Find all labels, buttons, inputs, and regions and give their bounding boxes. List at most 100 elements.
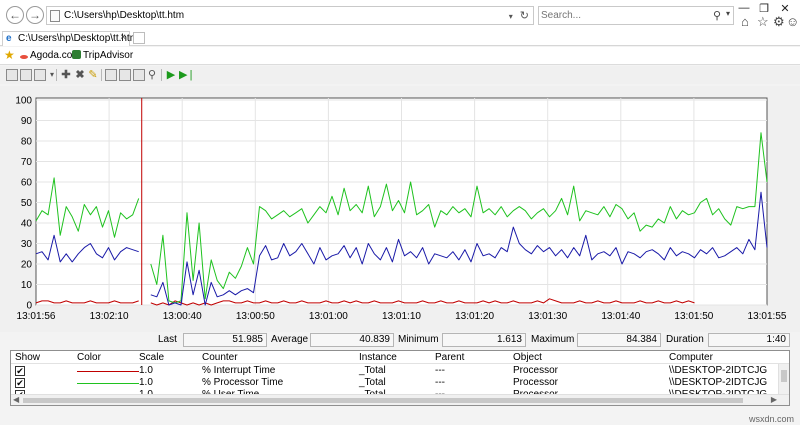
view-report-icon[interactable] [34, 69, 46, 81]
x-tick-label: 13:01:10 [382, 311, 421, 322]
y-tick-label: 10 [21, 280, 33, 291]
counter-row[interactable]: ✔ 1.0 % Interrupt Time _Total --- Proces… [11, 365, 779, 377]
toolbar-separator [56, 69, 57, 81]
x-tick-label: 13:01:50 [674, 311, 713, 322]
counter-list-header: Show Color Scale Counter Instance Parent… [11, 351, 789, 364]
header-object[interactable]: Object [513, 352, 542, 363]
favorite-tripadvisor-label: TripAdvisor [83, 50, 134, 61]
color-swatch [77, 371, 139, 372]
horizontal-scroll-thumb[interactable] [23, 398, 743, 403]
close-window-icon[interactable]: ✕ [776, 2, 794, 15]
average-label: Average [271, 334, 309, 345]
minimize-icon[interactable]: — [735, 2, 753, 14]
zoom-icon[interactable]: ⚲ [146, 69, 158, 81]
scale-cell: 1.0 [139, 365, 153, 376]
favorites-star-icon[interactable]: ☆ [757, 14, 769, 30]
x-tick-label: 13:01:20 [455, 311, 494, 322]
x-tick-label: 13:02:10 [90, 311, 129, 322]
header-show[interactable]: Show [15, 352, 40, 363]
show-checkbox[interactable]: ✔ [15, 378, 25, 388]
vertical-scrollbar[interactable] [778, 364, 789, 394]
dropdown-icon[interactable]: ▾ [509, 12, 513, 21]
instance-cell: _Total [359, 377, 386, 388]
y-tick-label: 100 [15, 96, 32, 107]
maximum-value: 84.384 [577, 333, 661, 347]
refresh-icon[interactable]: ↻ [520, 10, 529, 22]
highlight-icon[interactable]: ✎ [87, 69, 99, 81]
header-scale[interactable]: Scale [139, 352, 164, 363]
tab-close-icon[interactable]: × [120, 32, 126, 43]
y-tick-label: 70 [21, 157, 33, 168]
header-parent[interactable]: Parent [435, 352, 464, 363]
home-icon[interactable]: ⌂ [741, 14, 749, 29]
minimum-value: 1.613 [442, 333, 526, 347]
page-icon [50, 10, 60, 22]
minimum-label: Minimum [398, 334, 439, 345]
x-tick-label: 13:01:56 [17, 311, 56, 322]
search-icon[interactable]: ⚲ [713, 9, 721, 22]
copy-properties-icon[interactable] [105, 69, 117, 81]
play-icon[interactable]: ▶ [165, 69, 177, 81]
last-label: Last [158, 334, 177, 345]
y-tick-label: 80 [21, 137, 33, 148]
show-checkbox[interactable]: ✔ [15, 366, 25, 376]
performance-graph: 0 10 20 30 40 50 60 70 80 90 100 13:01:56 13:02:10 13… [0, 86, 800, 332]
horizontal-scrollbar[interactable]: ◀ ▶ [11, 394, 789, 405]
view-histogram-icon[interactable] [20, 69, 32, 81]
favorites-bar: ★ Agoda.com TripAdvisor [0, 47, 800, 65]
computer-cell: \\DESKTOP-2IDTCJG [669, 377, 768, 388]
properties-icon[interactable] [133, 69, 145, 81]
duration-value: 1:40 [708, 333, 790, 347]
y-tick-label: 50 [21, 198, 33, 209]
counter-row[interactable]: ✔ 1.0 % Processor Time _Total --- Proces… [11, 377, 779, 389]
graph-svg: 0 10 20 30 40 50 60 70 80 90 100 13:01:56 13:02:10 13… [15, 96, 787, 323]
maximize-icon[interactable]: ❐ [755, 2, 773, 15]
perfmon-toolbar: ▾ ✚ ✖ ✎ ⚲ ▶ ▶ | [0, 66, 800, 84]
scroll-left-icon[interactable]: ◀ [13, 395, 19, 404]
toolbar-separator [161, 69, 162, 81]
y-tick-label: 20 [21, 260, 33, 271]
search-box[interactable]: ⚲ ▾ [538, 6, 734, 25]
next-frame-icon[interactable]: ▶ | [179, 69, 193, 81]
counter-cell: % Interrupt Time [202, 365, 276, 376]
favorite-tripadvisor[interactable]: TripAdvisor [72, 50, 133, 61]
delete-counter-icon[interactable]: ✖ [74, 69, 86, 81]
settings-gear-icon[interactable]: ⚙ [773, 14, 785, 30]
smiley-icon[interactable]: ☺ [786, 14, 799, 29]
last-value: 51.985 [183, 333, 267, 347]
object-cell: Processor [513, 365, 559, 376]
counter-list: Show Color Scale Counter Instance Parent… [10, 350, 790, 406]
address-bar[interactable]: C:\Users\hp\Desktop\tt.htm ▾ ↻ [46, 6, 534, 25]
header-instance[interactable]: Instance [359, 352, 397, 363]
stats-bar: Last 51.985 Average 40.839 Minimum 1.613… [0, 332, 800, 348]
search-input[interactable] [541, 8, 701, 23]
paste-counter-icon[interactable] [119, 69, 131, 81]
header-counter[interactable]: Counter [202, 352, 238, 363]
favorites-bar-star-icon[interactable]: ★ [4, 48, 15, 62]
add-counter-icon[interactable]: ✚ [60, 69, 72, 81]
y-tick-label: 0 [26, 301, 32, 312]
screen: ← → C:\Users\hp\Desktop\tt.htm ▾ ↻ ⚲ ▾ ⌂… [0, 0, 800, 425]
tab-bar: e C:\Users\hp\Desktop\tt.htm × [0, 30, 800, 46]
object-cell: Processor [513, 377, 559, 388]
header-computer[interactable]: Computer [669, 352, 713, 363]
parent-cell: --- [435, 377, 445, 388]
search-dropdown-icon[interactable]: ▾ [726, 9, 730, 18]
scroll-right-icon[interactable]: ▶ [771, 395, 777, 404]
back-button[interactable]: ← [6, 6, 24, 24]
color-swatch [77, 383, 139, 384]
forward-arrow-icon: → [29, 8, 41, 22]
view-graph-icon[interactable] [6, 69, 18, 81]
new-tab-button[interactable] [133, 32, 145, 44]
tab-tt-htm[interactable]: e C:\Users\hp\Desktop\tt.htm × [2, 31, 138, 46]
agoda-icon [20, 55, 28, 59]
toolbar-separator [101, 69, 102, 81]
forward-button[interactable]: → [26, 6, 44, 24]
x-tick-label: 13:00:40 [163, 311, 202, 322]
vertical-scroll-thumb[interactable] [781, 370, 787, 382]
browser-titlebar: ← → C:\Users\hp\Desktop\tt.htm ▾ ↻ ⚲ ▾ ⌂… [0, 0, 800, 30]
x-tick-label: 13:00:50 [236, 311, 275, 322]
scale-cell: 1.0 [139, 377, 153, 388]
x-tick-label: 13:01:30 [528, 311, 567, 322]
header-color[interactable]: Color [77, 352, 101, 363]
